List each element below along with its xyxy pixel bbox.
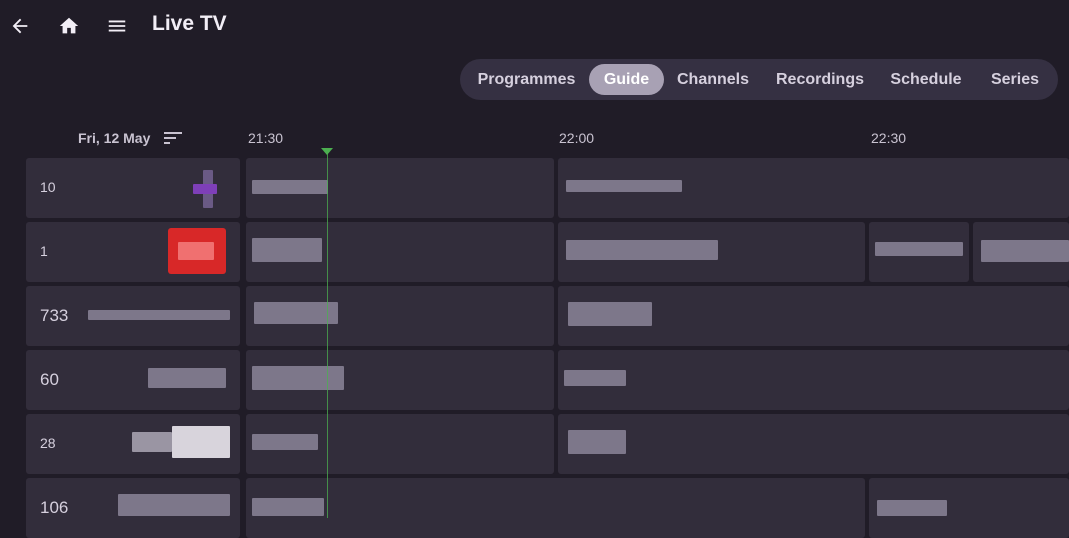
top-bar: Live TV bbox=[0, 0, 1069, 52]
programme-cell[interactable] bbox=[558, 350, 1069, 410]
time-slot-label: 22:30 bbox=[871, 130, 907, 146]
programme-cell[interactable] bbox=[246, 350, 554, 410]
channel-logo bbox=[132, 426, 230, 458]
channel-logo bbox=[168, 228, 226, 274]
tab-guide[interactable]: Guide bbox=[589, 64, 664, 95]
channel-cell[interactable]: 28 bbox=[26, 414, 240, 474]
programme-cell[interactable] bbox=[558, 158, 1069, 218]
back-arrow-icon[interactable] bbox=[6, 12, 34, 40]
channel-cell[interactable]: 10 bbox=[26, 158, 240, 218]
channel-number: 60 bbox=[40, 370, 59, 389]
channel-number: 106 bbox=[40, 498, 69, 517]
time-slot-label: 22:00 bbox=[559, 130, 595, 146]
current-time-line bbox=[327, 153, 328, 518]
menu-icon[interactable] bbox=[103, 12, 131, 40]
programme-cell[interactable] bbox=[973, 222, 1069, 282]
programme-cell[interactable] bbox=[869, 222, 969, 282]
channel-logo bbox=[148, 368, 226, 388]
channel-number: 1 bbox=[40, 243, 48, 259]
view-tab-bar: Programmes Guide Channels Recordings Sch… bbox=[460, 59, 1058, 100]
guide-date: Fri, 12 May bbox=[78, 130, 151, 146]
channel-logo bbox=[88, 310, 230, 320]
tab-series[interactable]: Series bbox=[978, 64, 1052, 95]
current-time-marker bbox=[321, 148, 333, 155]
channel-cell[interactable]: 106 bbox=[26, 478, 240, 538]
programme-cell[interactable] bbox=[869, 478, 1069, 538]
channel-logo bbox=[118, 494, 230, 516]
tab-recordings[interactable]: Recordings bbox=[765, 64, 875, 95]
channel-number: 28 bbox=[40, 435, 56, 451]
programme-cell[interactable] bbox=[558, 286, 1069, 346]
sort-icon[interactable] bbox=[162, 128, 184, 148]
tab-channels[interactable]: Channels bbox=[668, 64, 758, 95]
programme-cell[interactable] bbox=[246, 414, 554, 474]
channel-cell[interactable]: 60 bbox=[26, 350, 240, 410]
programme-cell[interactable] bbox=[246, 286, 554, 346]
programme-cell[interactable] bbox=[558, 222, 865, 282]
channel-number: 10 bbox=[40, 179, 56, 195]
programme-cell[interactable] bbox=[246, 222, 554, 282]
tab-programmes[interactable]: Programmes bbox=[468, 64, 585, 95]
channel-cell[interactable]: 1 bbox=[26, 222, 240, 282]
channel-number: 733 bbox=[40, 306, 69, 325]
programme-cell[interactable] bbox=[246, 478, 865, 538]
channel-cell[interactable]: 733 bbox=[26, 286, 240, 346]
channel-logo bbox=[193, 170, 223, 208]
programme-cell[interactable] bbox=[558, 414, 1069, 474]
page-title: Live TV bbox=[152, 12, 227, 35]
home-icon[interactable] bbox=[55, 12, 83, 40]
time-slot-label: 21:30 bbox=[248, 130, 284, 146]
tab-schedule[interactable]: Schedule bbox=[880, 64, 972, 95]
programme-cell[interactable] bbox=[246, 158, 554, 218]
